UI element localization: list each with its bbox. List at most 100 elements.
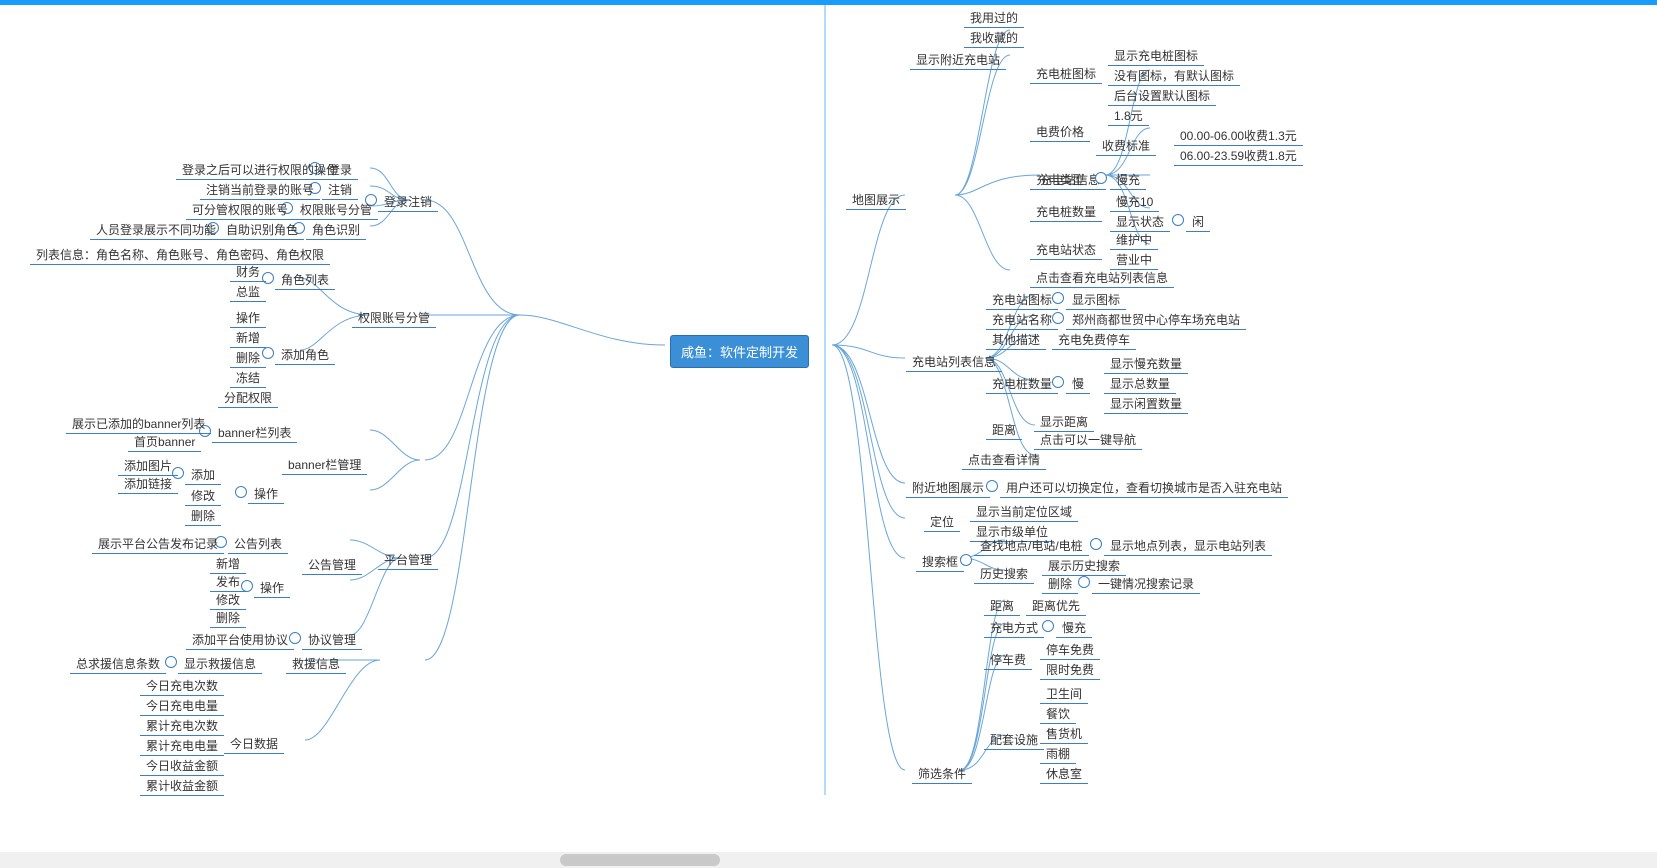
stlist-name-val: 郑州商都世贸中心停车场充电站 [1066,310,1246,330]
banner-title[interactable]: banner栏管理 [282,455,367,475]
scrollbar-thumb[interactable] [560,854,720,866]
filter[interactable]: 筛选条件 [912,764,972,784]
count-state[interactable]: 显示状态 [1110,212,1170,232]
login-item-2[interactable]: 权限账号分管 [294,200,378,220]
nearmap-val: 用户还可以切换定位，查看切换城市是否入驻充电站 [1000,478,1288,498]
map-nearby[interactable]: 显示附近充电站 [910,50,1006,70]
filter-fac-4: 休息室 [1040,764,1088,784]
status-0: 维护中 [1110,230,1158,250]
nearmap[interactable]: 附近地图展示 [906,478,990,498]
today-1: 今日充电电量 [140,696,224,716]
search-hist-del[interactable]: 删除 [1042,574,1078,594]
sticon[interactable]: 充电桩图标 [1030,64,1102,84]
type[interactable]: 充电类型 [1030,170,1090,190]
notice-op[interactable]: 操作 [254,578,290,598]
platform-title[interactable]: 平台管理 [378,550,438,570]
filter-park-0: 停车免费 [1040,640,1100,660]
stlist-icon-val: 显示图标 [1066,290,1126,310]
filter-park[interactable]: 停车费 [984,650,1032,670]
price-std-0: 00.00-06.00收费1.3元 [1174,126,1303,146]
locate-0: 显示当前定位区域 [970,502,1078,522]
role-list-1: 总监 [230,282,266,302]
protocol-desc: 添加平台使用协议 [186,630,294,650]
stlist-icon[interactable]: 充电站图标 [986,290,1058,310]
login-desc-2: 可分管权限的账号 [186,200,294,220]
today-0: 今日充电次数 [140,676,224,696]
role-add[interactable]: 添加角色 [275,345,335,365]
login-desc-0: 登录之后可以进行权限的操作 [176,160,344,180]
status-1: 营业中 [1110,250,1158,270]
login-sub-3: 自助识别角色 [220,220,304,240]
filter-dist[interactable]: 距离 [984,596,1020,616]
banner-add[interactable]: 添加 [185,465,221,485]
filter-fac-0: 卫生间 [1040,684,1088,704]
map-used-1: 我收藏的 [964,28,1024,48]
today-title[interactable]: 今日数据 [224,734,284,754]
role-add-1: 新增 [230,328,266,348]
role-list-desc: 列表信息：角色名称、角色账号、角色密码、角色权限 [30,245,330,265]
status[interactable]: 充电站状态 [1030,240,1102,260]
notice-list-desc: 展示平台公告发布记录 [92,534,224,554]
role-list-0: 财务 [230,262,266,282]
map-title[interactable]: 地图展示 [846,190,906,210]
count-val: 慢充10 [1110,192,1159,212]
login-title[interactable]: 登录注销 [378,192,438,212]
filter-fac[interactable]: 配套设施 [984,730,1044,750]
stlist-count-1: 显示总数量 [1104,374,1176,394]
count[interactable]: 充电桩数量 [1030,202,1102,222]
price[interactable]: 电费价格 [1030,122,1090,142]
filter-mode[interactable]: 充电方式 [984,618,1044,638]
role-add-4: 分配权限 [218,388,278,408]
role-list[interactable]: 角色列表 [275,270,335,290]
type-val: 慢充 [1110,170,1146,190]
protocol[interactable]: 协议管理 [302,630,362,650]
role-add-0: 操作 [230,308,266,328]
dot [960,554,972,566]
rescue-show[interactable]: 显示救援信息 [178,654,262,674]
search[interactable]: 搜索框 [916,552,964,572]
banner-op[interactable]: 操作 [248,484,284,504]
stlist-count-2: 显示闲置数量 [1104,394,1188,414]
role-title[interactable]: 权限账号分管 [352,308,436,328]
banner-list[interactable]: banner栏列表 [212,423,297,443]
filter-fac-3: 雨棚 [1040,744,1076,764]
count-state-val: 闲 [1186,212,1210,232]
notice-op-2: 修改 [210,590,246,610]
dot [1042,620,1054,632]
click-list: 点击查看充电站列表信息 [1030,268,1174,288]
rescue-title[interactable]: 救援信息 [286,654,346,674]
dot [1078,576,1090,588]
notice-title[interactable]: 公告管理 [302,555,362,575]
role-add-2: 删除 [230,348,266,368]
filter-park-1: 限时免费 [1040,660,1100,680]
stlist-count[interactable]: 充电桩数量 [986,374,1058,394]
stlist-dist-1: 点击可以一键导航 [1034,430,1142,450]
locate[interactable]: 定位 [924,512,960,532]
login-item-3[interactable]: 角色识别 [306,220,366,240]
price-std[interactable]: 收费标准 [1096,136,1156,156]
stlist-other[interactable]: 其他描述 [986,330,1046,350]
dot [1052,312,1064,324]
filter-fac-1: 餐饮 [1040,704,1076,724]
dot [1052,376,1064,388]
horizontal-scrollbar[interactable] [0,852,1657,868]
stlist[interactable]: 充电站列表信息 [906,352,1002,372]
banner-add-1: 添加链接 [118,474,178,494]
center-divider [824,5,826,795]
filter-mode-val: 慢充 [1056,618,1092,638]
search-find[interactable]: 查找地点/电站/电桩 [974,536,1089,556]
stlist-name[interactable]: 充电站名称 [986,310,1058,330]
login-item-1[interactable]: 注销 [322,180,358,200]
today-3: 累计充电电量 [140,736,224,756]
banner-add-0: 添加图片 [118,456,178,476]
banner-op-2: 删除 [185,506,221,526]
root-node[interactable]: 咸鱼：软件定制开发 [670,335,809,368]
notice-list[interactable]: 公告列表 [228,534,288,554]
search-hist[interactable]: 历史搜索 [974,564,1034,584]
stlist-dist[interactable]: 距离 [986,420,1022,440]
root-label: 咸鱼：软件定制开发 [681,345,798,360]
today-4: 今日收益金额 [140,756,224,776]
login-desc-1: 注销当前登录的账号 [200,180,320,200]
dot [1095,172,1107,184]
search-hist-0: 展示历史搜索 [1042,556,1126,576]
